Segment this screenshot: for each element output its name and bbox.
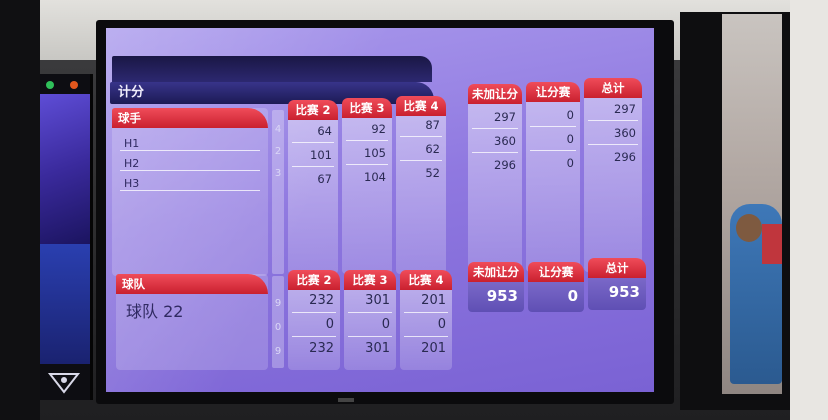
row-divider (348, 312, 392, 313)
team-name: 球队 22 (126, 302, 184, 321)
score-cell: 62 (425, 142, 440, 156)
team-game-header: 比赛 4 (400, 270, 452, 290)
game-column (342, 118, 392, 274)
team-total-value: 953 (608, 283, 640, 301)
player-name: H3 (124, 177, 140, 190)
team-score-cell: 232 (309, 293, 334, 308)
totals-header: 未加让分 (468, 84, 522, 104)
totals-header: 总计 (584, 78, 642, 98)
score-cell: 104 (364, 170, 386, 184)
row-divider (348, 336, 392, 337)
row-divider (530, 150, 576, 151)
score-cell: 64 (317, 124, 332, 138)
brand-logo-icon (47, 373, 81, 394)
red-object (762, 224, 782, 264)
row-number: 0 (274, 322, 282, 333)
total-cell: 296 (494, 158, 516, 172)
team-total-value: 953 (486, 287, 518, 305)
game-header: 比赛 3 (342, 98, 392, 118)
score-cell: 87 (425, 118, 440, 132)
team-total-header: 让分赛 (528, 262, 584, 282)
team-total-value: 0 (567, 287, 578, 305)
total-cell: 0 (566, 108, 574, 122)
game-header: 比赛 2 (288, 100, 338, 120)
row-divider (472, 128, 518, 129)
players-header: 球手 (112, 108, 268, 128)
team-score-cell: 0 (325, 317, 334, 332)
total-cell: 360 (614, 126, 636, 140)
team-score-cell: 0 (381, 317, 390, 332)
team-score-cell: 201 (421, 341, 446, 356)
team-score-cell: 301 (365, 293, 390, 308)
team-game-header: 比赛 2 (288, 270, 340, 290)
row-divider (120, 190, 260, 191)
right-side-monitor (722, 14, 782, 394)
row-divider (292, 312, 336, 313)
row-divider (120, 170, 260, 171)
left-wall-edge (0, 0, 40, 420)
game-header: 比赛 4 (396, 96, 446, 116)
row-number: 2 (274, 146, 282, 157)
top-banner-bar (112, 56, 432, 82)
left-monitor-blue-area (40, 244, 90, 364)
row-divider (346, 140, 388, 141)
team-header: 球队 (116, 274, 268, 294)
row-divider (292, 336, 336, 337)
team-score-cell: 0 (437, 317, 446, 332)
row-number: 4 (274, 124, 282, 135)
row-divider (400, 160, 442, 161)
person-head (736, 214, 762, 242)
team-total-header: 未加让分 (468, 262, 524, 282)
score-cell: 52 (425, 166, 440, 180)
row-divider (530, 126, 576, 127)
score-cell: 67 (317, 172, 332, 186)
row-number: 3 (274, 168, 282, 179)
team-score-cell: 201 (421, 293, 446, 308)
left-side-monitor (40, 74, 93, 400)
row-divider (588, 144, 638, 145)
player-name: H1 (124, 137, 140, 150)
totals-column (526, 102, 580, 272)
row-number: 9 (274, 346, 282, 357)
left-monitor-glow (40, 94, 90, 244)
status-dots-icon (46, 81, 78, 89)
right-wall (790, 0, 828, 420)
total-cell: 0 (566, 156, 574, 170)
total-cell: 0 (566, 132, 574, 146)
total-cell: 360 (494, 134, 516, 148)
team-score-cell: 232 (309, 341, 334, 356)
row-divider (404, 336, 448, 337)
row-number: 9 (274, 298, 282, 309)
team-score-cell: 301 (365, 341, 390, 356)
row-divider (588, 120, 638, 121)
row-divider (120, 150, 260, 151)
totals-header: 让分赛 (526, 82, 580, 102)
score-cell: 92 (371, 122, 386, 136)
row-divider (472, 152, 518, 153)
team-game-header: 比赛 3 (344, 270, 396, 290)
row-divider (400, 136, 442, 137)
row-divider (292, 142, 334, 143)
row-divider (346, 164, 388, 165)
total-cell: 296 (614, 150, 636, 164)
player-name: H2 (124, 157, 140, 170)
scoreboard-screen: 计分 球手 H1 H2 H3 4 2 3 比赛 2 64 101 67 比赛 3… (106, 28, 654, 392)
team-total-header: 总计 (588, 258, 646, 278)
total-cell: 297 (494, 110, 516, 124)
totals-column (468, 104, 522, 272)
total-cell: 297 (614, 102, 636, 116)
players-panel (112, 108, 268, 276)
game-column (288, 120, 338, 274)
row-divider (404, 312, 448, 313)
row-divider (292, 166, 334, 167)
score-cell: 105 (364, 146, 386, 160)
tv-brand-badge (338, 398, 354, 402)
score-cell: 101 (310, 148, 332, 162)
